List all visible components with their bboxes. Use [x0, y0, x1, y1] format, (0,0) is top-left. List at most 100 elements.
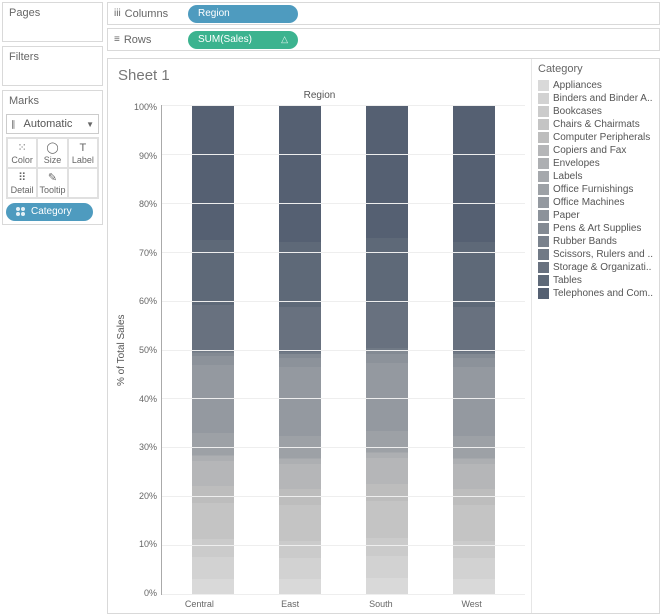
segment[interactable]	[366, 354, 408, 363]
segment[interactable]	[453, 358, 495, 367]
legend-item[interactable]: Office Machines	[538, 196, 653, 209]
segment[interactable]	[366, 431, 408, 452]
bar-east[interactable]	[279, 105, 321, 594]
legend-item[interactable]: Bookcases	[538, 105, 653, 118]
segment[interactable]	[366, 303, 408, 348]
segment[interactable]	[192, 503, 234, 539]
color-legend[interactable]: Category AppliancesBinders and Binder A.…	[531, 59, 659, 613]
marks-color-cell[interactable]: ⁙Color	[7, 138, 37, 168]
segment[interactable]	[279, 307, 321, 352]
legend-item[interactable]: Copiers and Fax	[538, 144, 653, 157]
legend-item[interactable]: Computer Peripherals	[538, 131, 653, 144]
segment[interactable]	[366, 105, 408, 238]
segment[interactable]	[453, 505, 495, 541]
segment[interactable]	[279, 541, 321, 558]
bar-south[interactable]	[366, 105, 408, 594]
segment[interactable]	[366, 238, 408, 303]
segment[interactable]	[279, 489, 321, 505]
segment[interactable]	[453, 541, 495, 558]
marks-empty-cell	[68, 168, 98, 198]
chevron-down-icon: ▼	[86, 120, 94, 129]
legend-swatch	[538, 158, 549, 169]
legend-item[interactable]: Paper	[538, 209, 653, 222]
legend-item[interactable]: Envelopes	[538, 157, 653, 170]
legend-item[interactable]: Scissors, Rulers and ..	[538, 248, 653, 261]
segment[interactable]	[453, 558, 495, 580]
size-icon: ◯	[46, 141, 58, 154]
legend-item[interactable]: Tables	[538, 274, 653, 287]
mark-type-dropdown[interactable]: ∥ Automatic ▼	[6, 114, 99, 134]
legend-swatch	[538, 262, 549, 273]
legend-item[interactable]: Storage & Organizati..	[538, 261, 653, 274]
legend-title: Category	[538, 63, 653, 75]
segment[interactable]	[192, 356, 234, 365]
segment[interactable]	[366, 458, 408, 484]
legend-item[interactable]: Office Furnishings	[538, 183, 653, 196]
segment[interactable]	[192, 105, 234, 240]
segment[interactable]	[192, 433, 234, 455]
segment[interactable]	[453, 307, 495, 352]
segment[interactable]	[192, 461, 234, 486]
legend-swatch	[538, 275, 549, 286]
segment[interactable]	[453, 489, 495, 505]
segment[interactable]	[192, 365, 234, 433]
legend-item[interactable]: Chairs & Chairmats	[538, 118, 653, 131]
x-tick: West	[451, 599, 493, 609]
marks-label-cell[interactable]: TLabel	[68, 138, 98, 168]
segment[interactable]	[453, 242, 495, 307]
x-tick: South	[360, 599, 402, 609]
legend-item[interactable]: Telephones and Com..	[538, 287, 653, 300]
segment[interactable]	[192, 486, 234, 503]
segment[interactable]	[279, 436, 321, 458]
filters-label: Filters	[3, 47, 102, 67]
segment[interactable]	[279, 105, 321, 242]
rows-pill-sum-sales[interactable]: SUM(Sales)△	[188, 31, 298, 49]
segment[interactable]	[453, 367, 495, 436]
marks-size-cell[interactable]: ◯Size	[37, 138, 67, 168]
segment[interactable]	[279, 242, 321, 307]
segment[interactable]	[192, 557, 234, 579]
segment[interactable]	[366, 578, 408, 594]
legend-item[interactable]: Labels	[538, 170, 653, 183]
sheet-title[interactable]: Sheet 1	[114, 65, 525, 90]
segment[interactable]	[366, 484, 408, 501]
legend-item[interactable]: Pens & Art Supplies	[538, 222, 653, 235]
legend-item[interactable]: Binders and Binder A..	[538, 92, 653, 105]
segment[interactable]	[279, 579, 321, 594]
legend-swatch	[538, 210, 549, 221]
rows-icon: ≡	[114, 34, 120, 45]
y-axis-title: % of Total Sales	[114, 105, 129, 595]
chart-plot-area[interactable]	[161, 105, 525, 595]
segment[interactable]	[366, 363, 408, 431]
segment[interactable]	[279, 367, 321, 436]
segment[interactable]	[192, 305, 234, 350]
rows-shelf[interactable]: ≡Rows SUM(Sales)△	[107, 28, 660, 51]
segment[interactable]	[453, 579, 495, 594]
filters-shelf[interactable]: Filters	[2, 46, 103, 86]
segment[interactable]	[366, 556, 408, 578]
segment[interactable]	[192, 240, 234, 305]
columns-pill-region[interactable]: Region	[188, 5, 298, 23]
legend-item[interactable]: Appliances	[538, 79, 653, 92]
segment[interactable]	[366, 501, 408, 538]
bar-west[interactable]	[453, 105, 495, 594]
segment[interactable]	[279, 358, 321, 367]
segment[interactable]	[366, 538, 408, 556]
segment[interactable]	[453, 105, 495, 242]
marks-detail-cell[interactable]: ⠿Detail	[7, 168, 37, 198]
marks-color-pill-category[interactable]: Category	[6, 203, 93, 221]
segment[interactable]	[279, 558, 321, 580]
segment[interactable]	[279, 505, 321, 541]
segment[interactable]	[453, 464, 495, 489]
bar-central[interactable]	[192, 105, 234, 594]
legend-item[interactable]: Rubber Bands	[538, 235, 653, 248]
table-calc-icon: △	[281, 34, 288, 45]
segment[interactable]	[192, 539, 234, 557]
pages-shelf[interactable]: Pages	[2, 2, 103, 42]
segment[interactable]	[279, 464, 321, 489]
segment[interactable]	[453, 436, 495, 458]
marks-tooltip-cell[interactable]: ✎Tooltip	[37, 168, 67, 198]
columns-shelf[interactable]: iiiColumns Region	[107, 2, 660, 25]
detail-icon: ⠿	[18, 171, 26, 184]
segment[interactable]	[192, 579, 234, 594]
